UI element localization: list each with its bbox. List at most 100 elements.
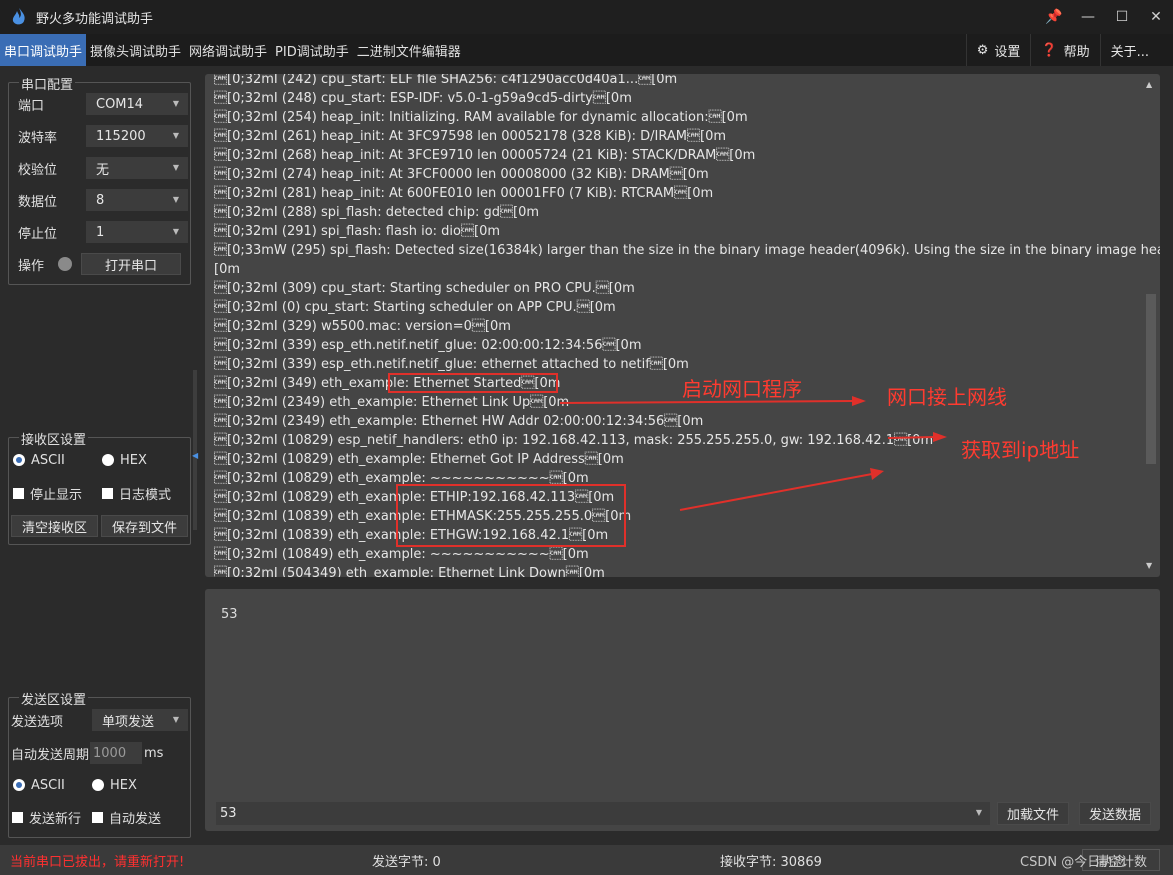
log-line: [0;32mI (274) heap_init: At 3FCF0000 le…: [214, 167, 709, 182]
log-line: [0;32mI (242) cpu_start: ELF file SHA25…: [214, 74, 678, 87]
chevron-down-icon: ▼: [172, 227, 179, 236]
tab-binary-editor[interactable]: 二进制文件编辑器: [353, 34, 465, 66]
window-title: 野火多功能调试助手: [36, 11, 154, 27]
help-icon: ❓: [1041, 42, 1058, 58]
port-select[interactable]: COM14 ▼: [86, 93, 188, 115]
auto-period-label: 自动发送周期: [11, 747, 90, 763]
auto-period-input[interactable]: 1000: [90, 742, 142, 764]
parity-select[interactable]: 无 ▼: [86, 157, 188, 179]
databits-value: 8: [96, 192, 105, 208]
send-option-label: 发送选项: [11, 714, 64, 730]
recv-hex-radio[interactable]: HEX: [102, 449, 147, 471]
receive-scrollbar[interactable]: ▲ ▼: [1142, 74, 1160, 577]
pin-icon[interactable]: 📌: [1037, 0, 1071, 34]
port-label: 端口: [18, 98, 45, 114]
send-history-value: 53: [220, 806, 237, 821]
tab-pid[interactable]: PID调试助手: [271, 34, 353, 66]
auto-send-label: 自动发送: [109, 811, 162, 827]
receive-log: [0;32mI (242) cpu_start: ELF file SHA25…: [214, 74, 1160, 577]
send-data-button[interactable]: 发送数据: [1079, 802, 1151, 825]
title-bar: 野火多功能调试助手 📌 — ☐ ✕: [0, 0, 1173, 34]
stopbits-value: 1: [96, 224, 105, 240]
send-ascii-radio[interactable]: ASCII: [13, 774, 65, 796]
log-line: [0;32mI (339) esp_eth.netif.netif_glue:…: [214, 338, 642, 353]
tab-network[interactable]: 网络调试助手: [185, 34, 271, 66]
radio-checked-icon: [13, 454, 25, 466]
open-port-button[interactable]: 打开串口: [81, 253, 181, 275]
tab-serial[interactable]: 串口调试助手: [0, 34, 87, 66]
checkbox-icon: [13, 487, 24, 499]
send-textarea[interactable]: 53: [221, 607, 238, 622]
recv-hex-label: HEX: [120, 452, 147, 468]
tab-camera[interactable]: 摄像头调试助手: [86, 34, 185, 66]
scroll-down-icon[interactable]: ▼: [1146, 561, 1152, 570]
send-option-value: 单项发送: [102, 714, 155, 730]
annotation-link-note: 网口接上网线: [887, 385, 1007, 409]
auto-send-checkbox[interactable]: 自动发送: [92, 806, 161, 828]
baud-value: 115200: [96, 128, 146, 144]
scroll-up-icon[interactable]: ▲: [1146, 80, 1152, 89]
log-line: [0;32mI (339) esp_eth.netif.netif_glue:…: [214, 357, 689, 372]
settings-button[interactable]: ⚙ 设置: [965, 34, 1031, 66]
about-button[interactable]: 关于...: [1099, 34, 1159, 66]
status-bar: 当前串口已拔出，请重新打开! 发送字节: 0 接收字节: 30869 清空计数 …: [0, 845, 1173, 875]
save-to-file-button[interactable]: 保存到文件: [101, 515, 188, 537]
toolbar-right: ⚙ 设置 ❓ 帮助 关于...: [965, 34, 1159, 66]
log-line: [0;32mI (261) heap_init: At 3FC97598 le…: [214, 129, 727, 144]
log-line: [0;32mI (10849) eth_example: ~~~~~~~~~~…: [214, 547, 589, 562]
watermark: CSDN @今日执念: [1020, 854, 1127, 870]
baud-label: 波特率: [18, 130, 58, 146]
send-settings-group: 发送区设置 发送选项 单项发送 ▼ 自动发送周期 1000 ms ASCII H…: [8, 689, 191, 838]
help-label: 帮助: [1063, 44, 1090, 60]
chevron-down-icon: ▼: [172, 131, 179, 140]
send-settings-title: 发送区设置: [19, 689, 89, 708]
baud-select[interactable]: 115200 ▼: [86, 125, 188, 147]
help-button[interactable]: ❓ 帮助: [1030, 34, 1099, 66]
load-file-button[interactable]: 加载文件: [997, 802, 1069, 825]
settings-label: 设置: [994, 44, 1021, 60]
window-controls: 📌 — ☐ ✕: [1037, 0, 1173, 34]
minimize-icon[interactable]: —: [1071, 0, 1105, 34]
log-mode-checkbox[interactable]: 日志模式: [102, 482, 171, 504]
period-unit: ms: [144, 745, 164, 761]
send-newline-checkbox[interactable]: 发送新行: [12, 806, 81, 828]
clear-receive-button[interactable]: 清空接收区: [11, 515, 98, 537]
log-line: [0;32mI (291) spi_flash: flash io: dio…: [214, 224, 500, 239]
stopbits-select[interactable]: 1 ▼: [86, 221, 188, 243]
send-option-select[interactable]: 单项发送 ▼: [92, 709, 188, 731]
close-icon[interactable]: ✕: [1139, 0, 1173, 34]
serial-config-title: 串口配置: [19, 74, 76, 93]
log-line: [0;32mI (10839) eth_example: ETHGW:192.…: [214, 528, 609, 543]
annotation-ip-note: 获取到ip地址: [961, 438, 1080, 462]
checkbox-icon: [12, 811, 23, 823]
port-warning-text: 当前串口已拔出，请重新打开!: [10, 854, 185, 870]
log-line: [0;32mI (504349) eth_example: Ethernet …: [214, 566, 605, 577]
recv-ascii-radio[interactable]: ASCII: [13, 449, 65, 471]
send-hex-radio[interactable]: HEX: [92, 774, 137, 796]
log-line: [0;32mI (10839) eth_example: ETHMASK:25…: [214, 509, 632, 524]
collapse-arrow-icon[interactable]: ◀: [192, 451, 198, 460]
send-history-select[interactable]: 53 ▼: [216, 802, 990, 825]
checkbox-icon: [102, 487, 113, 499]
chevron-down-icon: ▼: [172, 99, 179, 108]
stop-display-checkbox[interactable]: 停止显示: [13, 482, 82, 504]
splitter-handle[interactable]: [193, 370, 197, 530]
log-line: [0;32mI (0) cpu_start: Starting schedul…: [214, 300, 616, 315]
log-line: [0;32mI (329) w5500.mac: version=0[0m: [214, 319, 511, 334]
recv-settings-group: 接收区设置 ASCII HEX 停止显示 日志模式 清空接收区 保存到文件: [8, 429, 191, 545]
send-hex-label: HEX: [110, 777, 137, 793]
send-area[interactable]: 53 53 ▼ 加载文件 发送数据: [205, 589, 1160, 831]
main-tabs: 串口调试助手 摄像头调试助手 网络调试助手 PID调试助手 二进制文件编辑器 ⚙…: [0, 34, 1173, 66]
recv-settings-title: 接收区设置: [19, 429, 89, 448]
databits-select[interactable]: 8 ▼: [86, 189, 188, 211]
log-line: [0;32mI (309) cpu_start: Starting sched…: [214, 281, 635, 296]
scroll-thumb[interactable]: [1146, 294, 1156, 464]
log-line: [0;32mI (281) heap_init: At 600FE010 le…: [214, 186, 714, 201]
recv-ascii-label: ASCII: [31, 452, 65, 468]
receive-area[interactable]: [0;32mI (242) cpu_start: ELF file SHA25…: [205, 74, 1160, 577]
checkbox-icon: [92, 811, 103, 823]
log-line: [0;32mI (248) cpu_start: ESP-IDF: v5.0-…: [214, 91, 632, 106]
maximize-icon[interactable]: ☐: [1105, 0, 1139, 34]
log-line: [0;32mI (10829) eth_example: ETHIP:192.…: [214, 490, 615, 505]
annotation-start-note: 启动网口程序: [682, 377, 802, 401]
